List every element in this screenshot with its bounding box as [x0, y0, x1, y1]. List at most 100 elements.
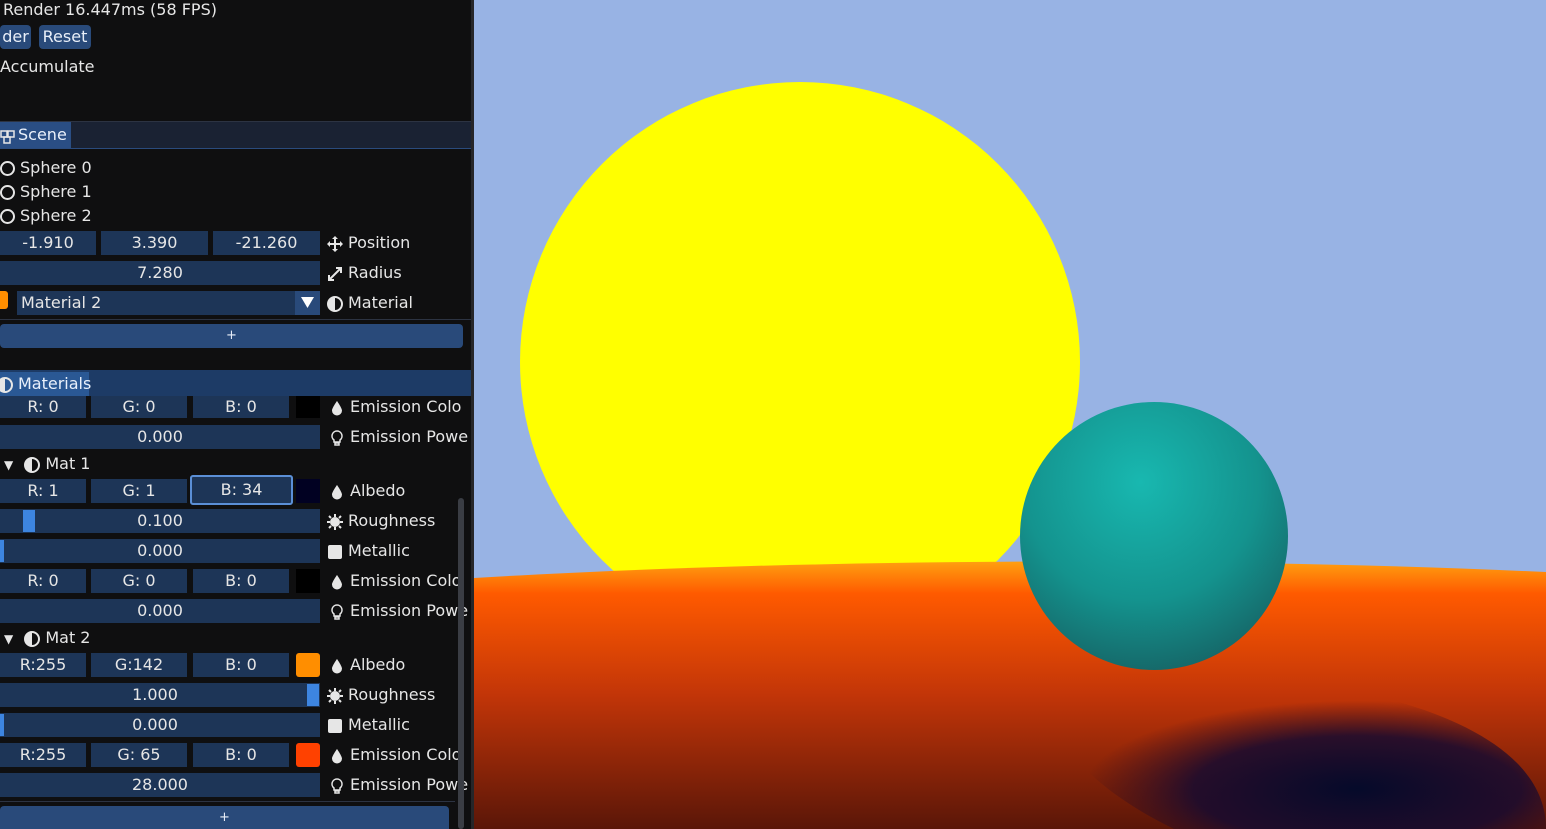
droplet-icon — [329, 658, 345, 674]
tree-node-mat2[interactable]: ▼ Mat 2 — [4, 628, 90, 649]
emission-r-input[interactable]: R: 0 — [0, 396, 86, 418]
metallic-value: 0.000 — [132, 715, 178, 734]
emission-g-input[interactable]: G: 65 — [91, 743, 187, 767]
albedo-g-input[interactable]: G: 1 — [91, 479, 187, 503]
emission-color-swatch[interactable] — [296, 569, 320, 593]
albedo-b-input[interactable]: B: 34 — [190, 475, 293, 505]
caret-down-icon: ▼ — [4, 632, 14, 646]
position-z-input[interactable]: -21.260 — [213, 231, 320, 255]
circle-icon — [0, 209, 15, 224]
position-label: Position — [327, 233, 410, 253]
droplet-icon — [329, 484, 345, 500]
emission-power-label: Emission Powe — [329, 775, 468, 795]
metallic-slider[interactable]: 0.000 — [0, 713, 320, 737]
cubes-icon — [0, 127, 16, 144]
position-y-input[interactable]: 3.390 — [101, 231, 208, 255]
emission-color-swatch[interactable] — [296, 396, 320, 418]
droplet-icon — [329, 574, 345, 590]
render-stats: Render 16.447ms (58 FPS) — [3, 0, 217, 19]
half-circle-icon — [24, 456, 41, 473]
circle-icon — [0, 185, 15, 200]
emission-r-input[interactable]: R:255 — [0, 743, 86, 767]
albedo-b-input[interactable]: B: 0 — [193, 653, 289, 677]
sun-burst-icon — [327, 513, 343, 530]
roughness-slider[interactable]: 1.000 — [0, 683, 320, 707]
emission-b-input[interactable]: B: 0 — [193, 396, 289, 418]
material-color-swatch — [0, 291, 8, 309]
teal-sphere — [1020, 402, 1288, 670]
emission-color-label: Emission Colo — [329, 745, 461, 765]
lightbulb-icon — [329, 777, 345, 794]
albedo-r-input[interactable]: R: 1 — [0, 479, 86, 503]
render-viewport[interactable] — [474, 0, 1546, 829]
albedo-r-input[interactable]: R:255 — [0, 653, 86, 677]
emission-color-text: Emission Colo — [350, 745, 462, 764]
list-item-sphere-2[interactable]: Sphere 2 — [0, 206, 92, 226]
metallic-slider[interactable]: 0.000 — [0, 539, 320, 563]
material-dropdown[interactable]: Material 2 — [17, 291, 295, 315]
material-label: Material — [327, 293, 413, 313]
radius-label-text: Radius — [348, 263, 402, 282]
divider — [0, 801, 455, 802]
emission-g-input[interactable]: G: 0 — [91, 396, 187, 418]
emission-color-label: Emission Colo — [329, 571, 461, 591]
move-arrows-icon — [327, 235, 343, 252]
list-item-sphere-0[interactable]: Sphere 0 — [0, 158, 92, 178]
resize-diagonal-icon — [327, 266, 343, 282]
dropdown-arrow-button[interactable] — [295, 291, 320, 315]
emission-color-label: Emission Colo — [329, 397, 461, 417]
list-item-sphere-1[interactable]: Sphere 1 — [0, 182, 92, 202]
emission-b-input[interactable]: B: 0 — [193, 569, 289, 593]
albedo-color-swatch[interactable] — [296, 479, 320, 503]
tree-node-mat1[interactable]: ▼ Mat 1 — [4, 454, 90, 475]
roughness-value: 0.100 — [137, 511, 183, 530]
add-material-button[interactable]: + — [0, 806, 449, 829]
tab-scene[interactable]: Scene — [0, 122, 71, 148]
emission-power-input[interactable]: 0.000 — [0, 599, 320, 623]
settings-panel: Render 16.447ms (58 FPS) der Reset Accum… — [0, 0, 471, 829]
emission-color-text: Emission Colo — [350, 397, 462, 416]
albedo-text: Albedo — [350, 655, 406, 674]
albedo-g-input[interactable]: G:142 — [91, 653, 187, 677]
lightbulb-icon — [329, 429, 345, 446]
emission-power-input[interactable]: 28.000 — [0, 773, 320, 797]
rendered-scene — [474, 0, 1546, 829]
radius-label: Radius — [327, 263, 402, 283]
position-label-text: Position — [348, 233, 411, 252]
accumulate-checkbox-label[interactable]: Accumulate — [0, 57, 95, 77]
emission-r-input[interactable]: R: 0 — [0, 569, 86, 593]
emission-power-label: Emission Powe — [329, 601, 468, 621]
roughness-label: Roughness — [327, 511, 435, 531]
half-circle-icon — [24, 630, 41, 647]
square-icon — [327, 544, 343, 560]
albedo-label: Albedo — [329, 481, 405, 501]
roughness-slider[interactable]: 0.100 — [0, 509, 320, 533]
tab-scene-label: Scene — [18, 125, 67, 144]
emission-g-input[interactable]: G: 0 — [91, 569, 187, 593]
sun-burst-icon — [327, 687, 343, 704]
divider — [0, 319, 471, 320]
material-label-text: Material — [348, 293, 413, 312]
emission-power-input[interactable]: 0.000 — [0, 425, 320, 449]
emission-b-input[interactable]: B: 0 — [193, 743, 289, 767]
add-sphere-button[interactable]: + — [0, 324, 463, 348]
metallic-value: 0.000 — [137, 541, 183, 560]
tab-materials-label: Materials — [18, 374, 92, 393]
scrollbar[interactable] — [458, 498, 464, 829]
roughness-label: Roughness — [327, 685, 435, 705]
emission-power-text: Emission Powe — [350, 427, 469, 446]
emission-color-text: Emission Colo — [350, 571, 462, 590]
render-button[interactable]: der — [0, 25, 31, 49]
circle-icon — [0, 161, 15, 176]
caret-down-icon: ▼ — [4, 458, 14, 472]
albedo-color-swatch[interactable] — [296, 653, 320, 677]
position-x-input[interactable]: -1.910 — [0, 231, 96, 255]
mat2-name: Mat 2 — [45, 628, 91, 647]
emission-power-label: Emission Powe — [329, 427, 468, 447]
metallic-text: Metallic — [348, 541, 410, 560]
emission-color-swatch[interactable] — [296, 743, 320, 767]
reset-button[interactable]: Reset — [39, 25, 91, 49]
tab-materials[interactable]: Materials — [0, 372, 92, 396]
emission-power-text: Emission Powe — [350, 775, 469, 794]
radius-input[interactable]: 7.280 — [0, 261, 320, 285]
